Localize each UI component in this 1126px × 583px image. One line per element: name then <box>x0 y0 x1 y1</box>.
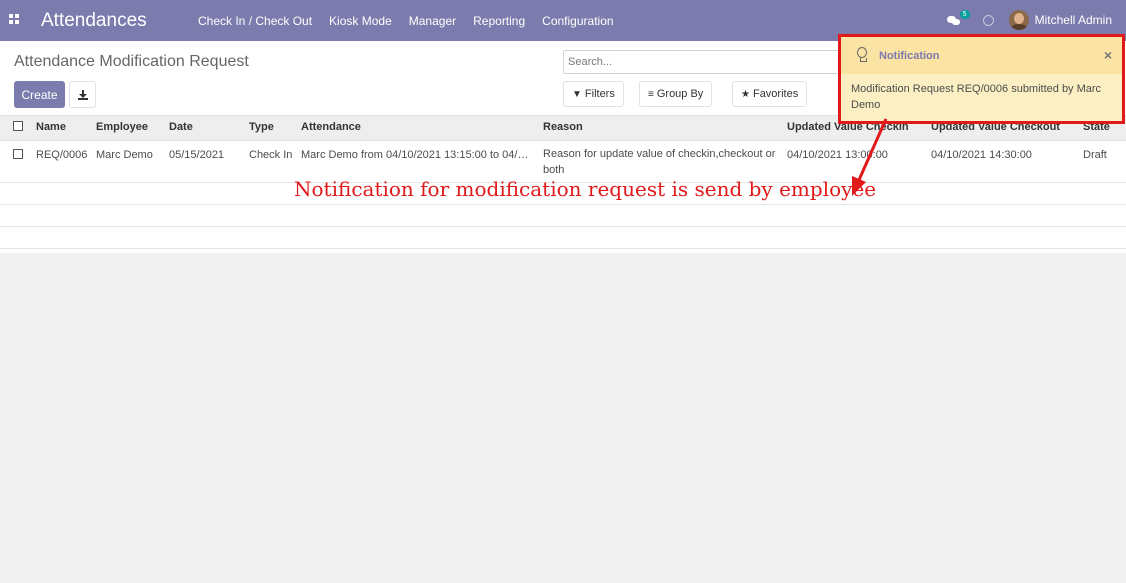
menu-item-kiosk-mode[interactable]: Kiosk Mode <box>329 14 392 28</box>
avatar[interactable] <box>1008 10 1029 30</box>
activity-clock-icon[interactable] <box>982 14 994 26</box>
column-employee[interactable]: Employee <box>92 116 165 141</box>
notification-message: Modification Request REQ/0006 submitted … <box>851 83 1102 111</box>
close-icon[interactable]: × <box>1104 47 1112 63</box>
download-button[interactable] <box>69 81 96 108</box>
chat-icon[interactable]: 5 <box>946 10 970 25</box>
lightbulb-icon <box>857 47 869 64</box>
favorites-button[interactable]: ★ Favorites <box>732 81 808 107</box>
list-icon: ≡ <box>648 88 654 100</box>
filter-icon: ▼ <box>572 88 582 100</box>
cell-name: REQ/0006 <box>36 148 88 161</box>
menu-item-check-in-out[interactable]: Check In / Check Out <box>198 14 312 28</box>
create-button[interactable]: Create <box>14 81 65 108</box>
download-icon <box>77 89 88 100</box>
systray: 5 Mitchell Admin <box>946 9 1112 31</box>
row-checkbox[interactable] <box>13 148 23 159</box>
notification-toast: Notification × Modification Request REQ/… <box>838 34 1125 124</box>
table-row[interactable]: REQ/0006 Marc Demo 05/15/2021 Check In M… <box>0 140 1126 182</box>
notification-header: Notification × <box>841 37 1122 74</box>
select-all-cell <box>0 116 32 141</box>
cell-reason: Reason for update value of checkin,check… <box>543 147 776 176</box>
menu-item-reporting[interactable]: Reporting <box>473 14 525 28</box>
favorites-label: Favorites <box>752 88 799 100</box>
column-date[interactable]: Date <box>165 116 245 141</box>
column-attendance[interactable]: Attendance <box>297 116 539 141</box>
apps-menu-icon[interactable] <box>9 14 19 24</box>
menu-item-manager[interactable]: Manager <box>409 14 456 28</box>
cell-type: Check In <box>249 148 293 161</box>
cell-updated-checkin: 04/10/2021 13:00:00 <box>787 148 888 161</box>
filters-label: Filters <box>584 88 615 100</box>
empty-row <box>0 226 1126 248</box>
annotation-text: Notification for modification request is… <box>294 177 877 201</box>
column-type[interactable]: Type <box>245 116 297 141</box>
main-menu: Check In / Check Out Kiosk Mode Manager … <box>198 14 631 28</box>
row-select-cell <box>0 140 32 182</box>
cell-attendance: Marc Demo from 04/10/2021 13:15:00 to 04… <box>301 148 529 161</box>
user-menu[interactable]: Mitchell Admin <box>1035 13 1112 27</box>
select-all-checkbox[interactable] <box>13 121 23 131</box>
cell-employee: Marc Demo <box>96 148 153 161</box>
empty-row <box>0 204 1126 226</box>
search-input[interactable]: Search... <box>563 50 853 74</box>
column-name[interactable]: Name <box>32 116 92 141</box>
notification-title: Notification <box>879 49 940 62</box>
breadcrumb: Attendance Modification Request <box>14 53 249 70</box>
cell-date: 05/15/2021 <box>169 148 225 161</box>
app-title[interactable]: Attendances <box>41 10 147 32</box>
filters-button[interactable]: ▼ Filters <box>563 81 624 107</box>
star-icon: ★ <box>741 88 750 100</box>
chat-badge: 5 <box>959 10 970 19</box>
group-by-label: Group By <box>656 88 704 100</box>
cell-updated-checkout: 04/10/2021 14:30:00 <box>931 148 1032 161</box>
menu-item-configuration[interactable]: Configuration <box>542 14 613 28</box>
column-reason[interactable]: Reason <box>539 116 783 141</box>
group-by-button[interactable]: ≡ Group By <box>639 81 713 107</box>
cell-state: Draft <box>1083 148 1107 161</box>
